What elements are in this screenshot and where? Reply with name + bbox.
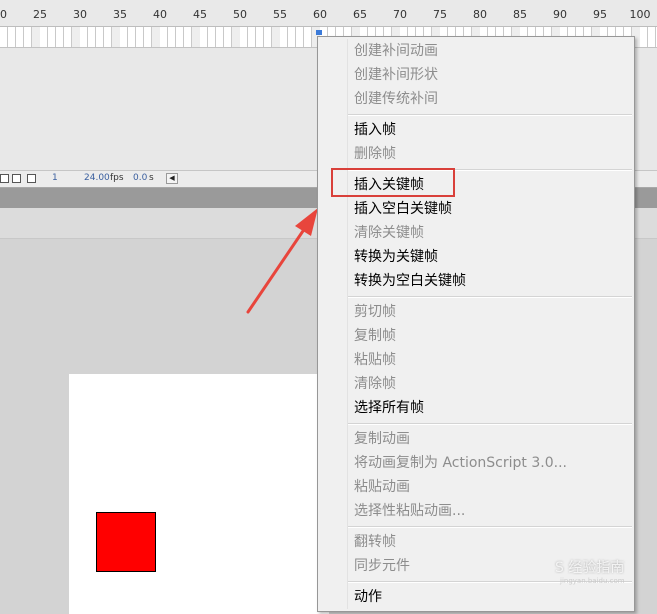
- ruler-tick-label: 95: [593, 8, 607, 21]
- frame-cell-marker[interactable]: [192, 27, 200, 47]
- menu-item[interactable]: 创建补间形状: [318, 64, 634, 86]
- ruler-tick-label: 75: [433, 8, 447, 21]
- scroll-left-arrow-icon[interactable]: ◀: [166, 173, 178, 184]
- frame-cell-marker[interactable]: [72, 27, 80, 47]
- ruler-tick-label: 90: [553, 8, 567, 21]
- menu-item[interactable]: 插入空白关键帧: [318, 198, 634, 220]
- menu-separator: [348, 423, 632, 425]
- menu-item[interactable]: 粘贴动画: [318, 476, 634, 498]
- menu-item[interactable]: 剪切帧: [318, 301, 634, 323]
- menu-item[interactable]: 粘贴帧: [318, 349, 634, 371]
- menu-item[interactable]: 创建传统补间: [318, 88, 634, 110]
- ruler-tick-label: 85: [513, 8, 527, 21]
- ruler-tick-label: 50: [233, 8, 247, 21]
- onion-skin-outline-icon[interactable]: [12, 174, 21, 183]
- menu-item[interactable]: 删除帧: [318, 143, 634, 165]
- watermark-url: jingyan.baidu.com: [560, 577, 625, 585]
- ruler-tick-label: 65: [353, 8, 367, 21]
- frame-cell-marker[interactable]: [152, 27, 160, 47]
- frame-cell-marker[interactable]: [32, 27, 40, 47]
- red-square-shape[interactable]: [96, 512, 156, 572]
- menu-item[interactable]: 翻转帧: [318, 531, 634, 553]
- timeline-ruler[interactable]: 20 25 30 35 40 45 50 55 60 65 70 75 80 85 90 95 100: [0, 0, 657, 27]
- ruler-tick-label: 80: [473, 8, 487, 21]
- menu-separator: [348, 114, 632, 116]
- elapsed-time-unit: s: [149, 173, 154, 183]
- annotation-highlight-box: [331, 168, 455, 197]
- menu-item[interactable]: 清除帧: [318, 373, 634, 395]
- ruler-tick-label: 45: [193, 8, 207, 21]
- frame-cell-marker[interactable]: [232, 27, 240, 47]
- menu-item[interactable]: 转换为关键帧: [318, 246, 634, 268]
- ruler-tick-label: 40: [153, 8, 167, 21]
- stage-canvas[interactable]: [69, 374, 329, 614]
- menu-item[interactable]: 复制动画: [318, 428, 634, 450]
- menu-item[interactable]: 选择性粘贴动画...: [318, 500, 634, 522]
- ruler-tick-label: 30: [73, 8, 87, 21]
- menu-item[interactable]: 转换为空白关键帧: [318, 270, 634, 292]
- frame-cell-marker[interactable]: [112, 27, 120, 47]
- ruler-tick-label: 55: [273, 8, 287, 21]
- menu-item[interactable]: 将动画复制为 ActionScript 3.0...: [318, 452, 634, 474]
- ruler-tick-label: 20: [0, 8, 7, 21]
- frame-rate[interactable]: 24.00: [84, 173, 110, 183]
- watermark-logo: S 经验指南: [555, 560, 625, 576]
- playhead-marker[interactable]: [316, 30, 322, 35]
- menu-item[interactable]: 清除关键帧: [318, 222, 634, 244]
- ruler-tick-label: 35: [113, 8, 127, 21]
- menu-separator: [348, 526, 632, 528]
- edit-multiple-frames-icon[interactable]: [27, 174, 36, 183]
- ruler-tick-label: 25: [33, 8, 47, 21]
- ruler-tick-label: 100: [629, 8, 651, 21]
- menu-separator: [348, 296, 632, 298]
- menu-item[interactable]: 插入帧: [318, 119, 634, 141]
- elapsed-time: 0.0: [133, 173, 148, 183]
- ruler-tick-label: 60: [313, 8, 327, 21]
- frame-rate-unit: fps: [110, 173, 124, 183]
- menu-item[interactable]: 选择所有帧: [318, 397, 634, 419]
- context-menu: 创建补间动画 创建补间形状 创建传统补间 插入帧 删除帧 插入关键帧 插入空白关键帧 清除关键…: [317, 36, 635, 612]
- frame-cell-marker[interactable]: [272, 27, 280, 47]
- menu-item[interactable]: 创建补间动画: [318, 40, 634, 62]
- menu-item[interactable]: 复制帧: [318, 325, 634, 347]
- ruler-tick-label: 70: [393, 8, 407, 21]
- onion-skin-icon[interactable]: [0, 174, 9, 183]
- menu-item[interactable]: 动作: [318, 586, 634, 608]
- current-frame: 1: [52, 173, 58, 183]
